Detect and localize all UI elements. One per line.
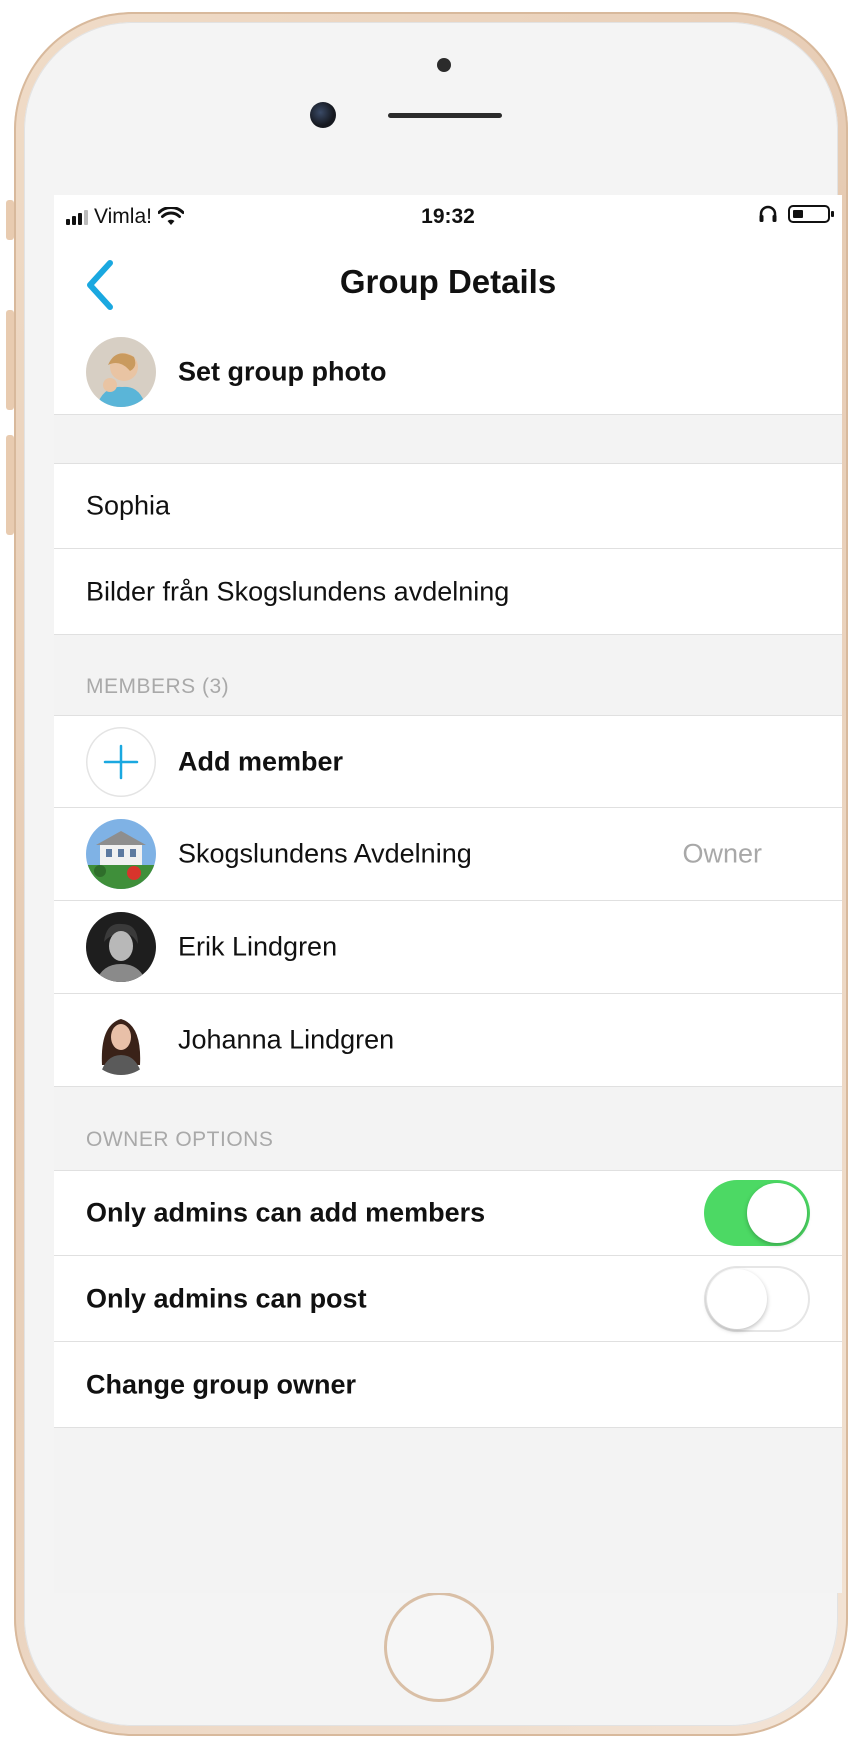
owner-options-section-header: OWNER OPTIONS xyxy=(86,1128,274,1151)
change-group-owner-button[interactable]: Change group owner xyxy=(54,1342,842,1428)
member-avatar xyxy=(86,819,156,889)
group-description-field[interactable]: Bilder från Skogslundens avdelning xyxy=(54,549,842,635)
member-avatar xyxy=(86,912,156,982)
group-name-value: Sophia xyxy=(86,490,171,521)
earpiece-speaker xyxy=(388,113,502,118)
only-admins-add-members-toggle[interactable] xyxy=(704,1180,810,1246)
only-admins-post-toggle[interactable] xyxy=(704,1265,810,1332)
home-button[interactable] xyxy=(384,1592,494,1702)
add-member-avatar xyxy=(86,726,156,797)
only-admins-post-row: Only admins can post xyxy=(54,1256,842,1342)
add-member-button[interactable]: Add member xyxy=(54,715,842,808)
member-name: Skogslundens Avdelning xyxy=(178,838,472,869)
front-camera xyxy=(310,102,336,128)
member-row-skogslundens[interactable]: Skogslundens Avdelning Owner xyxy=(54,808,842,901)
headphones-icon xyxy=(759,205,777,222)
member-avatar xyxy=(86,1005,156,1075)
only-admins-add-members-label: Only admins can add members xyxy=(86,1197,486,1228)
group-name-field[interactable]: Sophia xyxy=(54,463,842,549)
plus-icon xyxy=(103,744,139,779)
add-member-label: Add member xyxy=(178,746,344,776)
mute-switch xyxy=(6,200,14,240)
members-section-header: MEMBERS (3) xyxy=(86,675,230,698)
status-right xyxy=(758,205,834,223)
member-role-badge: Owner xyxy=(682,838,762,869)
volume-up-button xyxy=(6,310,14,410)
status-time: 19:32 xyxy=(421,205,475,228)
status-bar: Vimla! 19:32 xyxy=(54,195,842,239)
change-group-owner-label: Change group owner xyxy=(86,1369,356,1399)
set-group-photo-row[interactable]: Set group photo xyxy=(54,329,842,415)
volume-down-button xyxy=(6,435,14,535)
navigation-bar: Group Details xyxy=(54,239,842,330)
member-name: Johanna Lindgren xyxy=(178,1024,395,1055)
member-row-erik[interactable]: Erik Lindgren xyxy=(54,901,842,994)
only-admins-post-label: Only admins can post xyxy=(86,1283,367,1313)
member-name: Erik Lindgren xyxy=(178,931,338,962)
proximity-sensor xyxy=(437,58,451,72)
group-photo-avatar xyxy=(86,336,156,407)
page-title: Group Details xyxy=(339,263,557,300)
only-admins-add-members-row: Only admins can add members xyxy=(54,1170,842,1256)
set-group-photo-label: Set group photo xyxy=(178,356,387,386)
member-row-johanna[interactable]: Johanna Lindgren xyxy=(54,994,842,1087)
battery-icon xyxy=(788,205,834,223)
group-description-value: Bilder från Skogslundens avdelning xyxy=(86,576,510,606)
app-screen: Vimla! 19:32 Group Details Set group pho… xyxy=(54,195,842,1593)
